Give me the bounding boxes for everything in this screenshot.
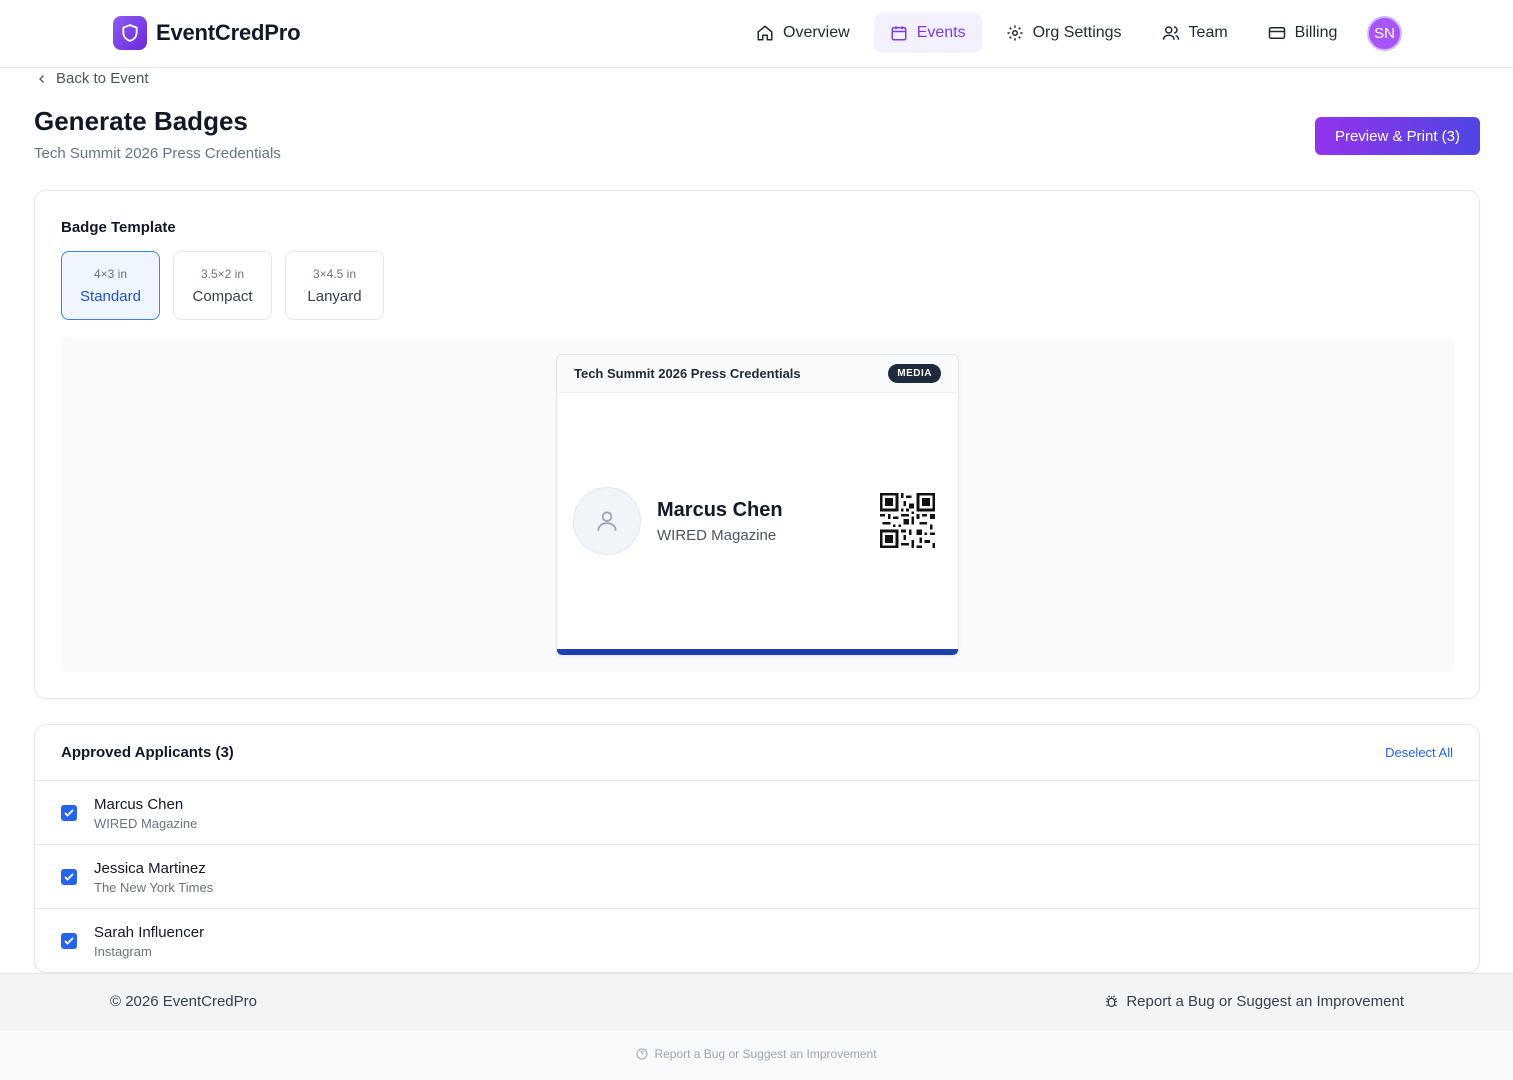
applicant-org: WIRED Magazine [94,816,198,831]
back-label: Back to Event [56,70,149,87]
badge-accent-bar [557,649,958,655]
approved-applicants-card: Approved Applicants (3) Deselect All Mar… [34,724,1480,973]
badge-template-label: Badge Template [61,219,176,236]
applicant-org: The New York Times [94,880,214,895]
page-title: Generate Badges [34,106,248,136]
template-name: Standard [80,287,141,305]
qr-code-icon [880,493,935,548]
badge-preview: Tech Summit 2026 Press Credentials MEDIA… [556,354,959,656]
user-avatar[interactable]: SN [1367,16,1402,51]
template-option-compact[interactable]: 3.5×2 in Compact [173,251,272,320]
nav-item-org-settings[interactable]: Org Settings [990,13,1138,53]
template-name: Lanyard [307,287,362,305]
applicants-header: Approved Applicants (3) Deselect All [35,725,1479,781]
template-size: 3×4.5 in [312,266,357,281]
nav-item-overview[interactable]: Overview [740,13,866,53]
deselect-all-button[interactable]: Deselect All [1385,745,1453,760]
nav-item-label: Billing [1294,24,1338,41]
sub-footer-bug-link[interactable]: Report a Bug or Suggest an Improvement [0,1047,1513,1061]
template-options: 4×3 in Standard 3.5×2 in Compact 3×4.5 i… [61,251,384,320]
badge-event-name: Tech Summit 2026 Press Credentials [574,366,801,381]
badge-person-name: Marcus Chen [657,499,783,521]
applicant-checkbox[interactable] [61,805,77,821]
shield-logo-icon [113,16,147,50]
applicant-row[interactable]: Sarah Influencer Instagram [35,909,1479,973]
applicant-org: Instagram [94,944,152,959]
gear-icon [1007,25,1023,41]
report-bug-label: Report a Bug or Suggest an Improvement [1126,993,1404,1010]
check-icon [64,873,74,881]
applicant-name: Sarah Influencer [94,924,205,941]
check-icon [64,937,74,945]
check-icon [64,809,74,817]
applicant-row[interactable]: Jessica Martinez The New York Times [35,845,1479,909]
applicant-name: Jessica Martinez [94,860,206,877]
nav-item-label: Team [1188,24,1228,41]
footer-copyright: © 2026 EventCredPro [110,993,257,1010]
nav-item-label: Events [916,24,966,41]
template-option-standard[interactable]: 4×3 in Standard [61,251,160,320]
brand[interactable]: EventCredPro [113,16,301,50]
nav-item-label: Org Settings [1032,24,1122,41]
badge-role-tag: MEDIA [888,364,941,383]
nav-item-team[interactable]: Team [1146,13,1244,53]
applicant-checkbox[interactable] [61,933,77,949]
brand-name: EventCredPro [156,20,301,45]
sub-footer-bug-label: Report a Bug or Suggest an Improvement [654,1047,877,1061]
credit-card-icon [1268,27,1285,39]
applicant-checkbox[interactable] [61,869,77,885]
badge-person-org: WIRED Magazine [657,527,777,544]
sub-footer: Report a Bug or Suggest an Improvement [0,1029,1513,1080]
applicant-name: Marcus Chen [94,796,184,813]
home-icon [757,25,773,41]
badge-preview-area: Tech Summit 2026 Press Credentials MEDIA… [61,337,1454,672]
top-nav-bar: EventCredPro Overview Events Org Setting… [0,0,1513,68]
footer: © 2026 EventCredPro Report a Bug or Sugg… [0,973,1513,1029]
template-size: 4×3 in [93,266,128,281]
badge-header: Tech Summit 2026 Press Credentials MEDIA [557,355,958,393]
badge-template-card: Badge Template 4×3 in Standard 3.5×2 in … [34,190,1480,699]
back-to-event-link[interactable]: Back to Event [36,70,149,87]
applicant-row[interactable]: Marcus Chen WIRED Magazine [35,781,1479,845]
template-size: 3.5×2 in [200,266,245,281]
main-nav: Overview Events Org Settings Team Billin… [740,13,1353,53]
user-placeholder-icon [573,487,641,555]
bug-icon [1106,995,1118,1008]
nav-item-billing[interactable]: Billing [1252,13,1354,53]
help-circle-icon [636,1048,648,1060]
report-bug-link[interactable]: Report a Bug or Suggest an Improvement [1104,993,1404,1010]
nav-item-label: Overview [783,24,850,41]
nav-item-events[interactable]: Events [873,13,982,53]
template-name: Compact [192,287,253,305]
calendar-icon [891,26,907,41]
page-subtitle: Tech Summit 2026 Press Credentials [34,145,281,162]
preview-print-button[interactable]: Preview & Print (3) [1315,117,1480,155]
chevron-left-icon [39,74,44,83]
applicants-title: Approved Applicants (3) [61,744,234,761]
template-option-lanyard[interactable]: 3×4.5 in Lanyard [285,251,384,320]
users-icon [1162,26,1179,40]
